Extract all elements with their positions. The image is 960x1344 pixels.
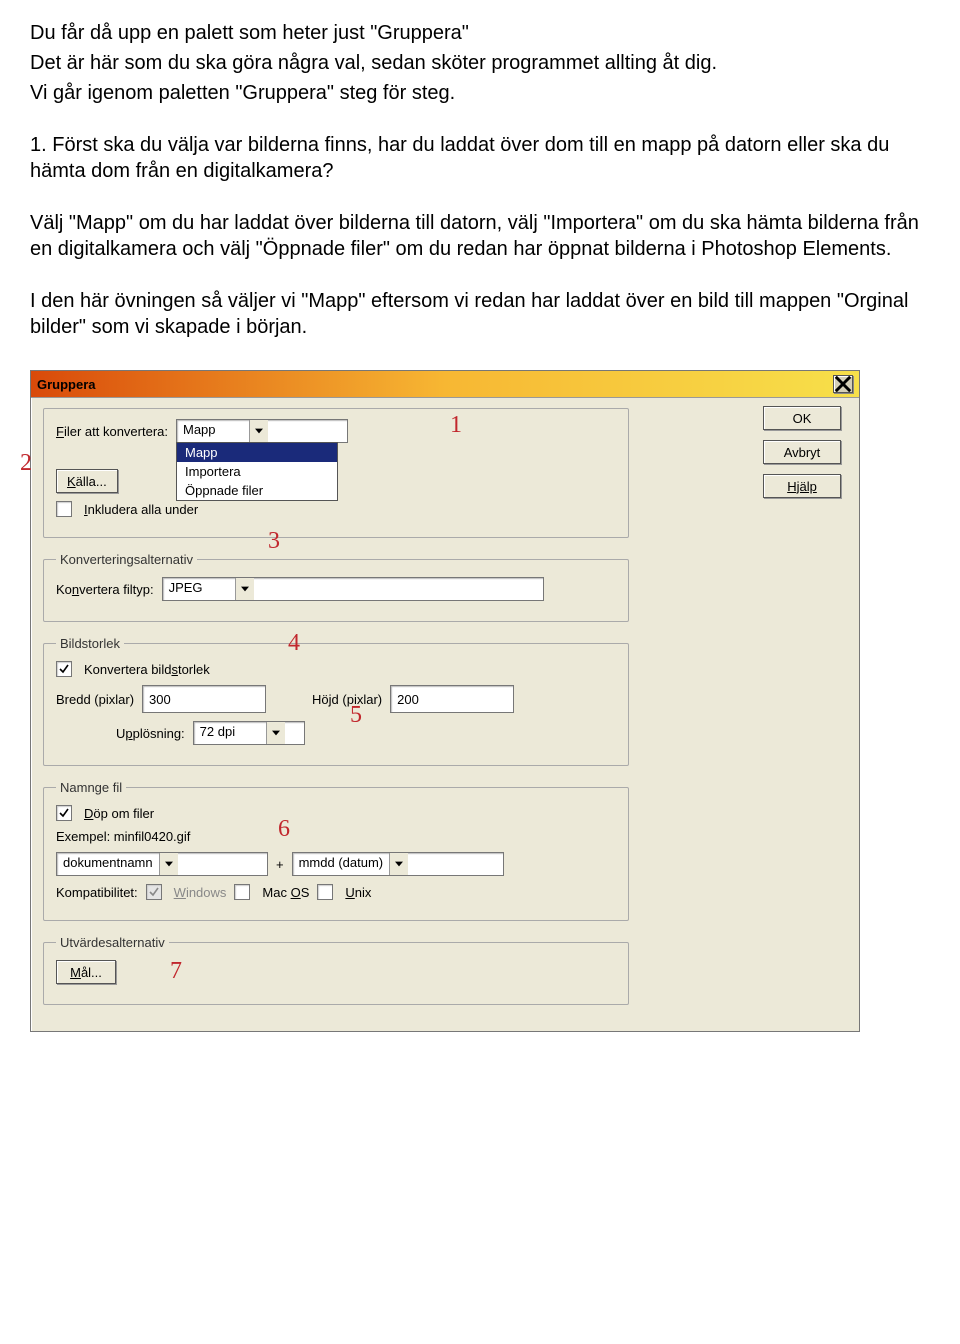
files-option-mapp[interactable]: Mapp <box>177 443 337 462</box>
doc-p1a: Du får då upp en palett som heter just "… <box>30 20 930 46</box>
doc-p4: I den här övningen så väljer vi "Mapp" e… <box>30 288 930 340</box>
output-legend: Utvärdesalternativ <box>56 935 169 950</box>
compat-mac-label: Mac OS <box>262 885 309 900</box>
naming-example: Exempel: minfil0420.gif <box>56 829 190 844</box>
doc-p2: 1. Först ska du välja var bilderna finns… <box>30 132 930 184</box>
convert-legend: Konverteringsalternativ <box>56 552 197 567</box>
compat-windows-checkbox <box>146 884 162 900</box>
convert-size-checkbox[interactable] <box>56 661 72 677</box>
ok-button[interactable]: OK <box>763 406 841 430</box>
rename-checkbox[interactable] <box>56 805 72 821</box>
files-combo-value: Mapp <box>177 420 249 442</box>
titlebar: Gruppera <box>31 371 859 398</box>
dialog-gruppera: Gruppera OK Avbryt Hjälp Filer att konve… <box>30 370 860 1032</box>
group-naming: Namnge fil Döp om filer Exempel: minfil0… <box>43 780 629 921</box>
height-input[interactable] <box>390 685 514 713</box>
files-label: Filer att konvertera: <box>56 424 168 439</box>
source-button[interactable]: Källa... <box>56 469 118 493</box>
chevron-down-icon[interactable] <box>159 853 178 875</box>
filetype-value: JPEG <box>163 578 235 600</box>
files-option-importera[interactable]: Importera <box>177 462 337 481</box>
convert-size-label: Konvertera bildstorlek <box>84 662 210 677</box>
doc-p1b: Det är här som du ska göra några val, se… <box>30 50 930 76</box>
compat-label: Kompatibilitet: <box>56 885 138 900</box>
naming-legend: Namnge fil <box>56 780 126 795</box>
chevron-down-icon[interactable] <box>266 722 285 744</box>
height-label: Höjd (pixlar) <box>312 692 382 707</box>
doc-p1c: Vi går igenom paletten "Gruppera" steg f… <box>30 80 930 106</box>
files-dropdown: Mapp Importera Öppnade filer <box>176 442 338 501</box>
name-part1-combo[interactable]: dokumentnamn <box>56 852 268 876</box>
filetype-combo[interactable]: JPEG <box>162 577 544 601</box>
cancel-button[interactable]: Avbryt <box>763 440 841 464</box>
files-option-oppnade[interactable]: Öppnade filer <box>177 481 337 500</box>
resolution-label: Upplösning: <box>116 726 185 741</box>
compat-unix-checkbox[interactable] <box>317 884 333 900</box>
name-part2-value: mmdd (datum) <box>293 853 390 875</box>
group-output: Utvärdesalternativ Mål... <box>43 935 629 1005</box>
resolution-value: 72 dpi <box>194 722 266 744</box>
help-label: Hjälp <box>787 479 817 494</box>
compat-windows-label: Windows <box>174 885 227 900</box>
chevron-down-icon[interactable] <box>235 578 254 600</box>
group-size: Bildstorlek Konvertera bildstorlek Bredd… <box>43 636 629 766</box>
include-subfolders-checkbox[interactable] <box>56 501 72 517</box>
filetype-label: Konvertera filtyp: <box>56 582 154 597</box>
resolution-combo[interactable]: 72 dpi <box>193 721 305 745</box>
name-part1-value: dokumentnamn <box>57 853 159 875</box>
compat-unix-label: Unix <box>345 885 371 900</box>
compat-mac-checkbox[interactable] <box>234 884 250 900</box>
width-input[interactable] <box>142 685 266 713</box>
include-subfolders-label: Inkludera alla under <box>84 502 198 517</box>
width-label: Bredd (pixlar) <box>56 692 134 707</box>
close-button[interactable] <box>833 375 853 393</box>
group-convert: Konverteringsalternativ Konvertera filty… <box>43 552 629 622</box>
files-combo[interactable]: Mapp Mapp Importera Öppnade filer <box>176 419 348 443</box>
help-button[interactable]: Hjälp <box>763 474 841 498</box>
chevron-down-icon[interactable] <box>249 420 268 442</box>
name-part2-combo[interactable]: mmdd (datum) <box>292 852 504 876</box>
chevron-down-icon[interactable] <box>389 853 408 875</box>
plus-label: + <box>276 857 284 872</box>
doc-p3: Välj "Mapp" om du har laddat över bilder… <box>30 210 930 262</box>
document-body: Du får då upp en palett som heter just "… <box>30 20 930 340</box>
dialog-title: Gruppera <box>37 377 96 392</box>
destination-button[interactable]: Mål... <box>56 960 116 984</box>
group-files: Filer att konvertera: Mapp Mapp Importer… <box>43 408 629 538</box>
size-legend: Bildstorlek <box>56 636 124 651</box>
rename-label: Döp om filer <box>84 806 154 821</box>
